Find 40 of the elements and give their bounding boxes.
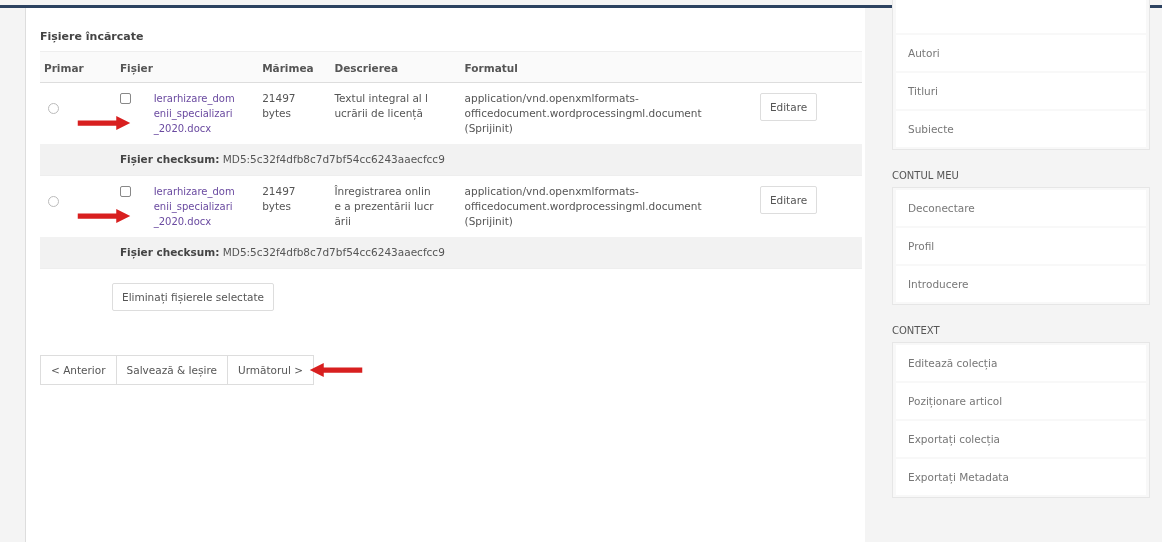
remove-selected-button[interactable]: Eliminați fișierele selectate	[112, 283, 274, 311]
nav-button[interactable]: Salvează & Ieșire	[116, 355, 228, 385]
file-size: 21497 bytes	[262, 92, 296, 119]
file-size: 21497 bytes	[262, 185, 296, 212]
column-header: Formatul	[460, 51, 756, 83]
checkbox[interactable]	[119, 93, 131, 104]
file-format: application/vnd.openxmlformats-officedocument.wordprocessingml.document (Sprijinit)	[464, 185, 702, 227]
file-description: Textul integral al lucrării de licență	[334, 91, 429, 121]
nav-button[interactable]: Următorul >	[227, 355, 314, 385]
checksum-label: Fișier checksum:	[119, 153, 220, 165]
file-link[interactable]: Ierarhizare_domenii_specializari_2020.docx	[153, 91, 236, 136]
sidebar-item[interactable]: Subiecte	[896, 111, 1146, 147]
checksum-label: Fișier checksum:	[119, 246, 220, 258]
checksum-value: MD5:5c32f4dfb8c7d7bf54cc6243aaecfcc9	[222, 246, 445, 258]
sidebar-item[interactable]: Poziționare articol	[896, 383, 1146, 419]
column-header: Mărimea	[258, 51, 331, 83]
sidebar-item[interactable]: Introducere	[896, 266, 1146, 302]
sidebar-heading: CONTUL MEU	[892, 169, 960, 183]
column-header: Descrierea	[330, 51, 461, 83]
sidebar-item[interactable]: Editează colecția	[896, 345, 1146, 381]
file-link[interactable]: Ierarhizare_domenii_specializari_2020.docx	[153, 184, 236, 229]
nav-button[interactable]: < Anterior	[40, 355, 117, 385]
radio-button[interactable]	[48, 196, 59, 207]
sidebar-item[interactable]: Profil	[896, 228, 1146, 264]
sidebar-item[interactable]: Exportați colecția	[896, 421, 1146, 457]
checkbox[interactable]	[119, 186, 131, 197]
sidebar-item[interactable]: Autori	[896, 35, 1146, 71]
file-description: Înregistrarea online a prezentării lucrării	[334, 184, 435, 229]
file-format: application/vnd.openxmlformats-officedocument.wordprocessingml.document (Sprijinit)	[464, 92, 702, 134]
edit-button[interactable]: Editare	[759, 93, 818, 121]
section-title: Fișiere încărcate	[40, 30, 145, 43]
sidebar-item[interactable]: Exportați Metadata	[896, 459, 1146, 495]
edit-button[interactable]: Editare	[759, 186, 818, 214]
radio-button[interactable]	[48, 103, 59, 114]
sidebar-item[interactable]: Titluri	[896, 73, 1146, 109]
sidebar-item[interactable]: Deconectare	[896, 190, 1146, 226]
checksum-value: MD5:5c32f4dfb8c7d7bf54cc6243aaecfcc9	[222, 153, 445, 165]
column-header: Primar	[40, 51, 116, 83]
sidebar-heading: CONTEXT	[892, 324, 941, 338]
column-header: Fișier	[115, 51, 259, 83]
